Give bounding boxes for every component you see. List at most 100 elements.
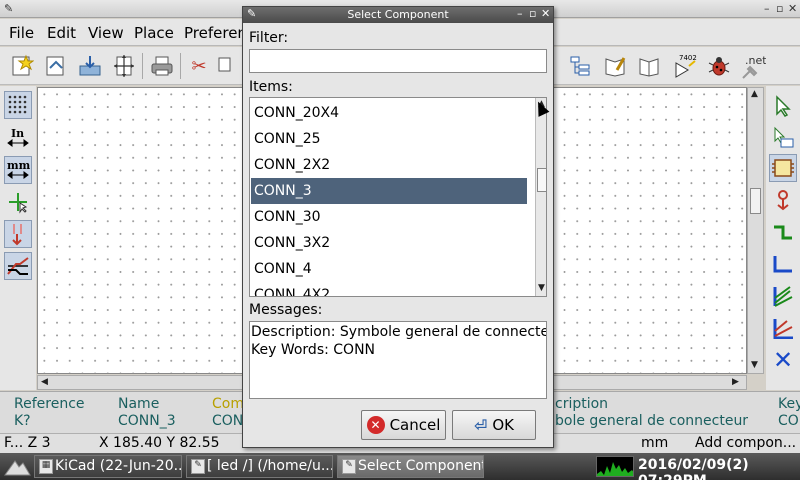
description-value: bole general de connecteur bbox=[555, 413, 749, 429]
cut-icon[interactable]: ✂ bbox=[185, 52, 213, 80]
select-component-dialog: ✎ Select Component – ▫ ✕ Filter: Items: … bbox=[242, 6, 554, 448]
page-settings-icon[interactable] bbox=[110, 52, 138, 80]
select-arrow-icon[interactable] bbox=[769, 92, 797, 120]
app-menu-icon[interactable]: ✎ bbox=[4, 2, 13, 15]
dialog-app-icon: ✎ bbox=[342, 459, 356, 474]
cancel-icon: ✕ bbox=[366, 416, 385, 434]
clock: 2016/02/09(2) 07:29PM bbox=[638, 457, 749, 480]
place-bus-icon[interactable] bbox=[769, 250, 797, 278]
svg-text:mm: mm bbox=[7, 159, 30, 172]
task-select-component-label: Select Component bbox=[358, 458, 484, 474]
task-eeschema[interactable]: ✎ [ led /] (/home/u... bbox=[186, 455, 333, 478]
list-item[interactable]: CONN_30 bbox=[251, 204, 527, 230]
save-icon[interactable] bbox=[76, 52, 104, 80]
ok-button[interactable]: ⏎ OK bbox=[452, 410, 536, 440]
ok-arrow-icon: ⏎ bbox=[473, 415, 488, 435]
menu-file[interactable]: File bbox=[9, 24, 34, 42]
close-icon[interactable]: ✕ bbox=[788, 2, 797, 15]
task-kicad-label: KiCad (22-Jun-20... bbox=[55, 458, 182, 474]
dialog-minimize-icon[interactable]: – bbox=[517, 7, 523, 20]
items-list[interactable]: CONN_20X4 CONN_25 CONN_2X2 CONN_3 CONN_3… bbox=[249, 97, 547, 297]
comment-value: CON bbox=[212, 413, 244, 429]
navigate-hierarchy-icon[interactable] bbox=[769, 123, 797, 151]
scroll-up-icon[interactable]: ▲ bbox=[751, 89, 758, 99]
ok-label: OK bbox=[492, 416, 515, 434]
svg-text:.net: .net bbox=[745, 54, 766, 67]
name-value: CONN_3 bbox=[118, 413, 176, 429]
comment-label: Com bbox=[212, 396, 244, 412]
place-power-icon[interactable] bbox=[769, 186, 797, 214]
canvas-vertical-scrollbar[interactable]: ▲ ▼ bbox=[747, 87, 764, 374]
wire-to-bus-entry-icon[interactable] bbox=[769, 282, 797, 310]
list-item[interactable]: CONN_3X2 bbox=[251, 230, 527, 256]
kicad-app-icon: ▦ bbox=[39, 459, 53, 474]
keywords-line: Key Words: CONN bbox=[251, 342, 376, 358]
list-item[interactable]: CONN_2X2 bbox=[251, 152, 527, 178]
open-icon[interactable] bbox=[42, 52, 70, 80]
description-line: Description: Symbole general de connecte… bbox=[251, 324, 547, 340]
task-eeschema-label: [ led /] (/home/u... bbox=[207, 458, 333, 474]
status-units: mm bbox=[641, 435, 669, 451]
bus-to-bus-entry-icon[interactable] bbox=[769, 314, 797, 342]
list-scroll-thumb[interactable] bbox=[537, 168, 546, 192]
description-label: cription bbox=[555, 396, 609, 412]
scroll-left-icon[interactable]: ◀ bbox=[41, 377, 48, 387]
status-zoom: F... Z 3 bbox=[4, 435, 51, 451]
menu-preferences[interactable]: Preferen bbox=[184, 24, 247, 42]
library-browser-icon[interactable] bbox=[635, 52, 663, 80]
dialog-maximize-icon[interactable]: ▫ bbox=[529, 7, 536, 20]
start-menu-icon[interactable] bbox=[3, 457, 31, 480]
items-label: Items: bbox=[249, 79, 293, 95]
filter-input[interactable] bbox=[249, 49, 547, 73]
copy-icon[interactable] bbox=[214, 52, 242, 80]
netlist-icon[interactable]: .net bbox=[738, 52, 766, 80]
erc-icon[interactable] bbox=[705, 52, 733, 80]
maximize-icon[interactable]: ▫ bbox=[776, 2, 783, 15]
eeschema-app-icon: ✎ bbox=[191, 459, 205, 474]
dialog-titlebar: ✎ Select Component – ▫ ✕ bbox=[243, 7, 553, 23]
messages-box: Description: Symbole general de connecte… bbox=[249, 321, 547, 399]
reference-value: K? bbox=[14, 413, 31, 429]
list-item[interactable]: CONN_25 bbox=[251, 126, 527, 152]
list-item[interactable]: CONN_4 bbox=[251, 256, 527, 282]
list-item[interactable]: CONN_20X4 bbox=[251, 100, 527, 126]
list-scroll-down-icon[interactable]: ▼ bbox=[538, 283, 545, 293]
minimize-icon[interactable]: – bbox=[764, 2, 770, 15]
bus-orientation-icon[interactable] bbox=[4, 252, 32, 280]
keywords-value: CO bbox=[778, 413, 799, 429]
cancel-button[interactable]: ✕ Cancel bbox=[361, 410, 446, 440]
svg-text:In: In bbox=[11, 127, 24, 140]
cancel-label: Cancel bbox=[389, 416, 441, 434]
status-mode: Add compon... bbox=[695, 435, 797, 451]
grid-icon[interactable] bbox=[4, 91, 32, 119]
list-item-selected[interactable]: CONN_3 bbox=[251, 178, 527, 204]
left-toolbar: In mm bbox=[0, 86, 36, 390]
list-item[interactable]: CONN_4X2 bbox=[251, 282, 527, 296]
scroll-thumb[interactable] bbox=[750, 188, 761, 214]
mm-units-icon[interactable]: mm bbox=[4, 156, 32, 184]
task-kicad[interactable]: ▦ KiCad (22-Jun-20... bbox=[34, 455, 182, 478]
print-icon[interactable] bbox=[148, 52, 176, 80]
place-component-icon[interactable] bbox=[769, 154, 797, 182]
items-scrollbar[interactable]: ▲ ▼ bbox=[535, 98, 546, 296]
menu-place[interactable]: Place bbox=[134, 24, 174, 42]
library-editor-icon[interactable] bbox=[601, 52, 629, 80]
new-sheet-icon[interactable] bbox=[8, 52, 36, 80]
taskbar: ▦ KiCad (22-Jun-20... ✎ [ led /] (/home/… bbox=[0, 453, 800, 480]
menu-edit[interactable]: Edit bbox=[47, 24, 76, 42]
place-wire-icon[interactable] bbox=[769, 218, 797, 246]
name-label: Name bbox=[118, 396, 160, 412]
hidden-pins-icon[interactable] bbox=[4, 220, 32, 248]
dialog-title: Select Component bbox=[347, 8, 449, 21]
inch-units-icon[interactable]: In bbox=[4, 124, 32, 152]
no-connect-icon[interactable]: ✕ bbox=[769, 346, 797, 374]
annotate-icon[interactable]: 7402 bbox=[672, 52, 700, 80]
reference-label: Reference bbox=[14, 396, 85, 412]
task-select-component[interactable]: ✎ Select Component bbox=[337, 455, 484, 478]
dialog-close-icon[interactable]: ✕ bbox=[541, 7, 550, 20]
scroll-down-icon[interactable]: ▼ bbox=[751, 360, 758, 370]
hierarchy-icon[interactable] bbox=[566, 52, 594, 80]
cursor-shape-icon[interactable] bbox=[4, 188, 32, 216]
menu-view[interactable]: View bbox=[88, 24, 124, 42]
scroll-right-icon[interactable]: ▶ bbox=[732, 377, 739, 387]
